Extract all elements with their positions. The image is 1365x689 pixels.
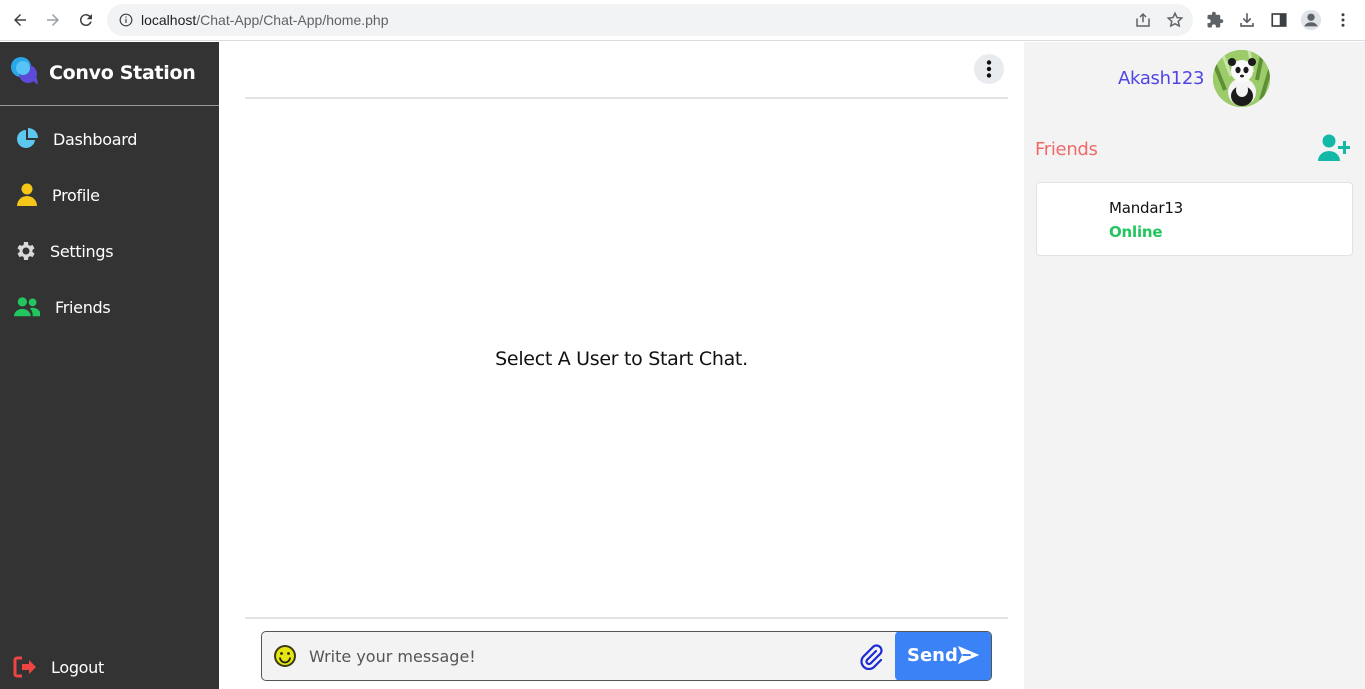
gear-icon bbox=[12, 239, 38, 263]
brand-name: Convo Station bbox=[49, 62, 196, 84]
avatar[interactable] bbox=[1213, 50, 1270, 107]
send-icon bbox=[957, 644, 980, 669]
paperclip-icon[interactable] bbox=[859, 644, 883, 671]
chat-area: Select A User to Start Chat. Send bbox=[219, 42, 1024, 689]
sidebar: Convo Station Dashboard Profile Settings… bbox=[0, 42, 219, 689]
pie-chart-icon bbox=[14, 127, 40, 151]
friend-name: Mandar13 bbox=[1109, 199, 1184, 217]
logout-label: Logout bbox=[51, 658, 104, 677]
sidebar-item-label: Friends bbox=[55, 298, 111, 317]
reload-icon[interactable] bbox=[74, 8, 98, 32]
logout-button[interactable]: Logout bbox=[0, 645, 219, 689]
more-vertical-icon bbox=[986, 60, 992, 78]
sidebar-item-label: Dashboard bbox=[53, 130, 138, 149]
url-text: localhost/Chat-App/Chat-App/home.php bbox=[141, 12, 389, 28]
sidebar-item-settings[interactable]: Settings bbox=[0, 229, 219, 273]
message-composer: Send bbox=[261, 631, 992, 681]
extensions-icon[interactable] bbox=[1203, 8, 1227, 32]
logout-icon bbox=[12, 655, 38, 679]
sidebar-item-dashboard[interactable]: Dashboard bbox=[0, 117, 219, 161]
friend-list-item[interactable]: Mandar13 Online bbox=[1036, 182, 1353, 256]
star-icon[interactable] bbox=[1163, 8, 1187, 32]
address-bar[interactable]: localhost/Chat-App/Chat-App/home.php bbox=[107, 4, 1193, 36]
side-panel-icon[interactable] bbox=[1267, 8, 1291, 32]
forward-icon[interactable] bbox=[41, 8, 65, 32]
message-input[interactable] bbox=[309, 641, 849, 671]
send-button[interactable]: Send bbox=[895, 632, 991, 680]
sidebar-item-profile[interactable]: Profile bbox=[0, 173, 219, 217]
empty-chat-message: Select A User to Start Chat. bbox=[495, 348, 748, 370]
info-icon[interactable] bbox=[119, 13, 133, 32]
friends-heading: Friends bbox=[1035, 139, 1098, 160]
account-icon[interactable] bbox=[1299, 8, 1323, 32]
download-icon[interactable] bbox=[1235, 8, 1259, 32]
sidebar-item-label: Settings bbox=[50, 242, 114, 261]
chat-options-button[interactable] bbox=[974, 54, 1004, 84]
send-label: Send bbox=[907, 645, 958, 666]
chat-bubbles-icon bbox=[10, 56, 40, 91]
emoji-icon[interactable] bbox=[273, 644, 297, 668]
back-icon[interactable] bbox=[8, 8, 32, 32]
divider bbox=[245, 617, 1008, 619]
friend-status: Online bbox=[1109, 223, 1163, 241]
user-icon bbox=[14, 183, 40, 207]
users-icon bbox=[14, 295, 40, 319]
sidebar-item-label: Profile bbox=[52, 186, 100, 205]
brand[interactable]: Convo Station bbox=[0, 42, 219, 106]
right-panel: Akash123 Friends Mandar13 Online bbox=[1024, 42, 1365, 689]
menu-icon[interactable] bbox=[1331, 8, 1355, 32]
sidebar-item-friends[interactable]: Friends bbox=[0, 285, 219, 329]
chat-header bbox=[245, 42, 1008, 99]
current-username: Akash123 bbox=[1118, 68, 1205, 89]
share-icon[interactable] bbox=[1131, 8, 1155, 32]
add-friend-icon[interactable] bbox=[1318, 134, 1351, 162]
panda-avatar-image bbox=[1213, 50, 1270, 107]
browser-toolbar: localhost/Chat-App/Chat-App/home.php bbox=[0, 0, 1365, 41]
